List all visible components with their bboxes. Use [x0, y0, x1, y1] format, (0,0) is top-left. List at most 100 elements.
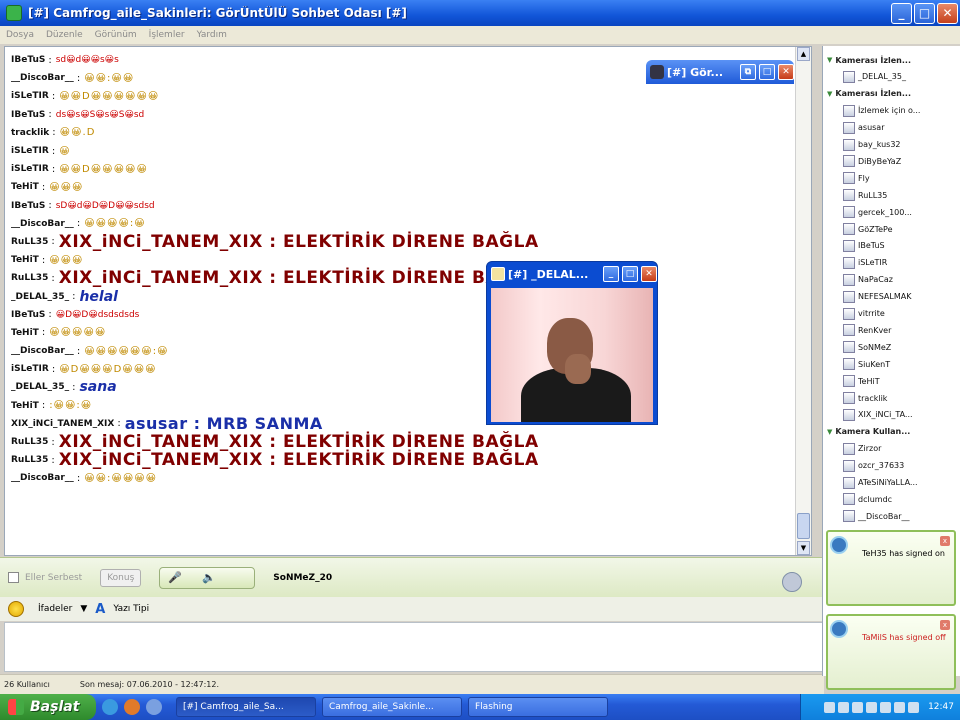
user-list-item[interactable]: Zirzor [843, 441, 881, 457]
scroll-down-arrow[interactable]: ▼ [797, 541, 810, 555]
webcam-minimize-button[interactable]: _ [603, 266, 619, 282]
font-button[interactable]: Yazı Tipi [113, 604, 149, 614]
user-list-item[interactable]: SiuKenT [843, 356, 890, 372]
menu-view[interactable]: Görünüm [95, 30, 137, 40]
chat-nick[interactable]: _DELAL_35_ [11, 292, 69, 302]
chat-nick[interactable]: RuLL35 [11, 237, 48, 247]
user-list-item[interactable]: dclumdc [843, 491, 892, 507]
chat-nick[interactable]: iSLeTIR [11, 364, 49, 374]
mic-icon[interactable]: 🎤 [168, 571, 182, 584]
firefox-icon[interactable] [124, 699, 140, 715]
chevron-down-icon[interactable]: ▼ [80, 604, 87, 614]
mic-controls[interactable]: 🎤 🔈 [159, 566, 256, 589]
user-group-header[interactable]: ▼ Kamerası İzlen... [827, 86, 911, 102]
chat-nick[interactable]: RuLL35 [11, 437, 48, 447]
chat-nick[interactable]: TeHiT [11, 255, 39, 265]
chat-nick[interactable]: __DiscoBar__ [11, 346, 74, 356]
user-list-item[interactable]: asusar [843, 120, 885, 136]
chat-nick[interactable]: IBeTuS [11, 201, 45, 211]
desktop-icon[interactable] [146, 699, 162, 715]
emotes-button[interactable]: İfadeler [38, 604, 72, 614]
mini-maximize-button[interactable]: □ [759, 64, 775, 80]
tray-icon[interactable] [880, 701, 892, 713]
tray-icon[interactable] [908, 701, 920, 713]
user-list-item[interactable]: bay_kus32 [843, 137, 901, 153]
user-list-item[interactable]: ATeSiNiYaLLA... [843, 475, 918, 491]
notification-close-icon[interactable]: x [940, 620, 950, 630]
chat-nick[interactable]: XIX_iNCi_TANEM_XIX [11, 419, 114, 429]
smiley-icon[interactable] [8, 601, 24, 617]
font-icon[interactable]: A [95, 602, 105, 617]
scroll-up-arrow[interactable]: ▲ [797, 47, 810, 61]
chat-nick[interactable]: iSLeTIR [11, 91, 49, 101]
chat-nick[interactable]: RuLL35 [11, 455, 48, 465]
maximize-button[interactable]: □ [914, 2, 935, 24]
chat-nick[interactable]: IBeTuS [11, 110, 45, 120]
webcam-maximize-button[interactable]: □ [622, 266, 638, 282]
user-list-item[interactable]: DiByBeYaZ [843, 153, 901, 169]
chat-nick[interactable]: _DELAL_35_ [11, 382, 69, 392]
close-button[interactable]: ✕ [937, 2, 958, 24]
user-list-item[interactable]: ozcr_37633 [843, 458, 904, 474]
ie-icon[interactable] [102, 699, 118, 715]
menu-edit[interactable]: Düzenle [46, 30, 83, 40]
menu-actions[interactable]: İşlemler [149, 30, 185, 40]
chat-nick[interactable]: TeHiT [11, 328, 39, 338]
user-group-header[interactable]: ▼ Kamera Kullan... [827, 424, 910, 440]
message-input[interactable] [4, 622, 824, 672]
user-list-item[interactable]: Fly [843, 170, 870, 186]
talk-button[interactable]: Konuş [100, 568, 142, 587]
chat-nick[interactable]: TeHiT [11, 401, 39, 411]
user-list-item[interactable]: _DELAL_35_ [843, 69, 906, 85]
user-list-item[interactable]: GöZTePe [843, 221, 892, 237]
chat-nick[interactable]: __DiscoBar__ [11, 473, 74, 483]
mini-close-button[interactable]: ✕ [778, 64, 794, 80]
webcam-window[interactable]: [#] _DELAL... _ □ ✕ [486, 261, 658, 425]
tray-icon[interactable] [852, 701, 864, 713]
notification-popup[interactable]: x TeH35 has signed on [826, 530, 956, 606]
taskbar-flashing[interactable]: Flashing [468, 697, 608, 717]
notification-close-icon[interactable]: x [940, 536, 950, 546]
chat-nick[interactable]: iSLeTIR [11, 146, 49, 156]
menu-help[interactable]: Yardım [197, 30, 227, 40]
user-group-header[interactable]: ▼ Kamerası İzlen... [827, 52, 911, 68]
user-list-item[interactable]: iSLeTIR [843, 255, 887, 271]
user-list-item[interactable]: vitrrite [843, 306, 885, 322]
minimize-button[interactable]: _ [891, 2, 912, 24]
mini-video-window[interactable]: [#] Gör... ⧉ □ ✕ [646, 60, 794, 84]
user-list-item[interactable]: İzlemek için o... [843, 103, 920, 119]
notification-popup[interactable]: x TaMilS has signed off [826, 614, 956, 690]
scroll-thumb[interactable] [797, 513, 810, 539]
chat-nick[interactable]: iSLeTIR [11, 164, 49, 174]
menu-file[interactable]: Dosya [6, 30, 34, 40]
user-list-item[interactable]: tracklik [843, 390, 887, 406]
chat-nick[interactable]: IBeTuS [11, 310, 45, 320]
user-list-item[interactable]: RuLL35 [843, 187, 887, 203]
user-list-item[interactable]: XIX_iNCi_TA... [843, 407, 913, 423]
free-talk-checkbox[interactable] [8, 572, 19, 583]
chat-nick[interactable]: __DiscoBar__ [11, 219, 74, 229]
volume-icon[interactable]: 🔈 [202, 571, 216, 584]
user-list-item[interactable]: RenKver [843, 322, 891, 338]
start-button[interactable]: Başlat [0, 694, 96, 720]
mini-restore-button[interactable]: ⧉ [740, 64, 756, 80]
chat-scrollbar[interactable]: ▲ ▼ [795, 47, 811, 555]
chat-nick[interactable]: TeHiT [11, 182, 39, 192]
chat-nick[interactable]: tracklik [11, 128, 49, 138]
user-list-item[interactable]: gercek_100... [843, 204, 912, 220]
user-list-item[interactable]: NEFESALMAK [843, 289, 911, 305]
tray-icon[interactable] [838, 701, 850, 713]
webcam-close-button[interactable]: ✕ [641, 266, 657, 282]
user-list-item[interactable]: SoNMeZ [843, 339, 891, 355]
speaker-icon[interactable] [782, 572, 802, 592]
user-list-item[interactable]: TeHiT [843, 373, 880, 389]
user-list-item[interactable]: IBeTuS [843, 238, 885, 254]
tray-icon[interactable] [824, 701, 836, 713]
chat-nick[interactable]: RuLL35 [11, 273, 48, 283]
tray-icon[interactable] [894, 701, 906, 713]
chat-nick[interactable]: IBeTuS [11, 55, 45, 65]
chat-nick[interactable]: __DiscoBar__ [11, 73, 74, 83]
taskbar-camfrog-room[interactable]: [#] Camfrog_aile_Sa... [176, 697, 316, 717]
taskbar-camfrog-main[interactable]: Camfrog_aile_Sakinle... [322, 697, 462, 717]
user-list-item[interactable]: NaPaCaz [843, 272, 893, 288]
